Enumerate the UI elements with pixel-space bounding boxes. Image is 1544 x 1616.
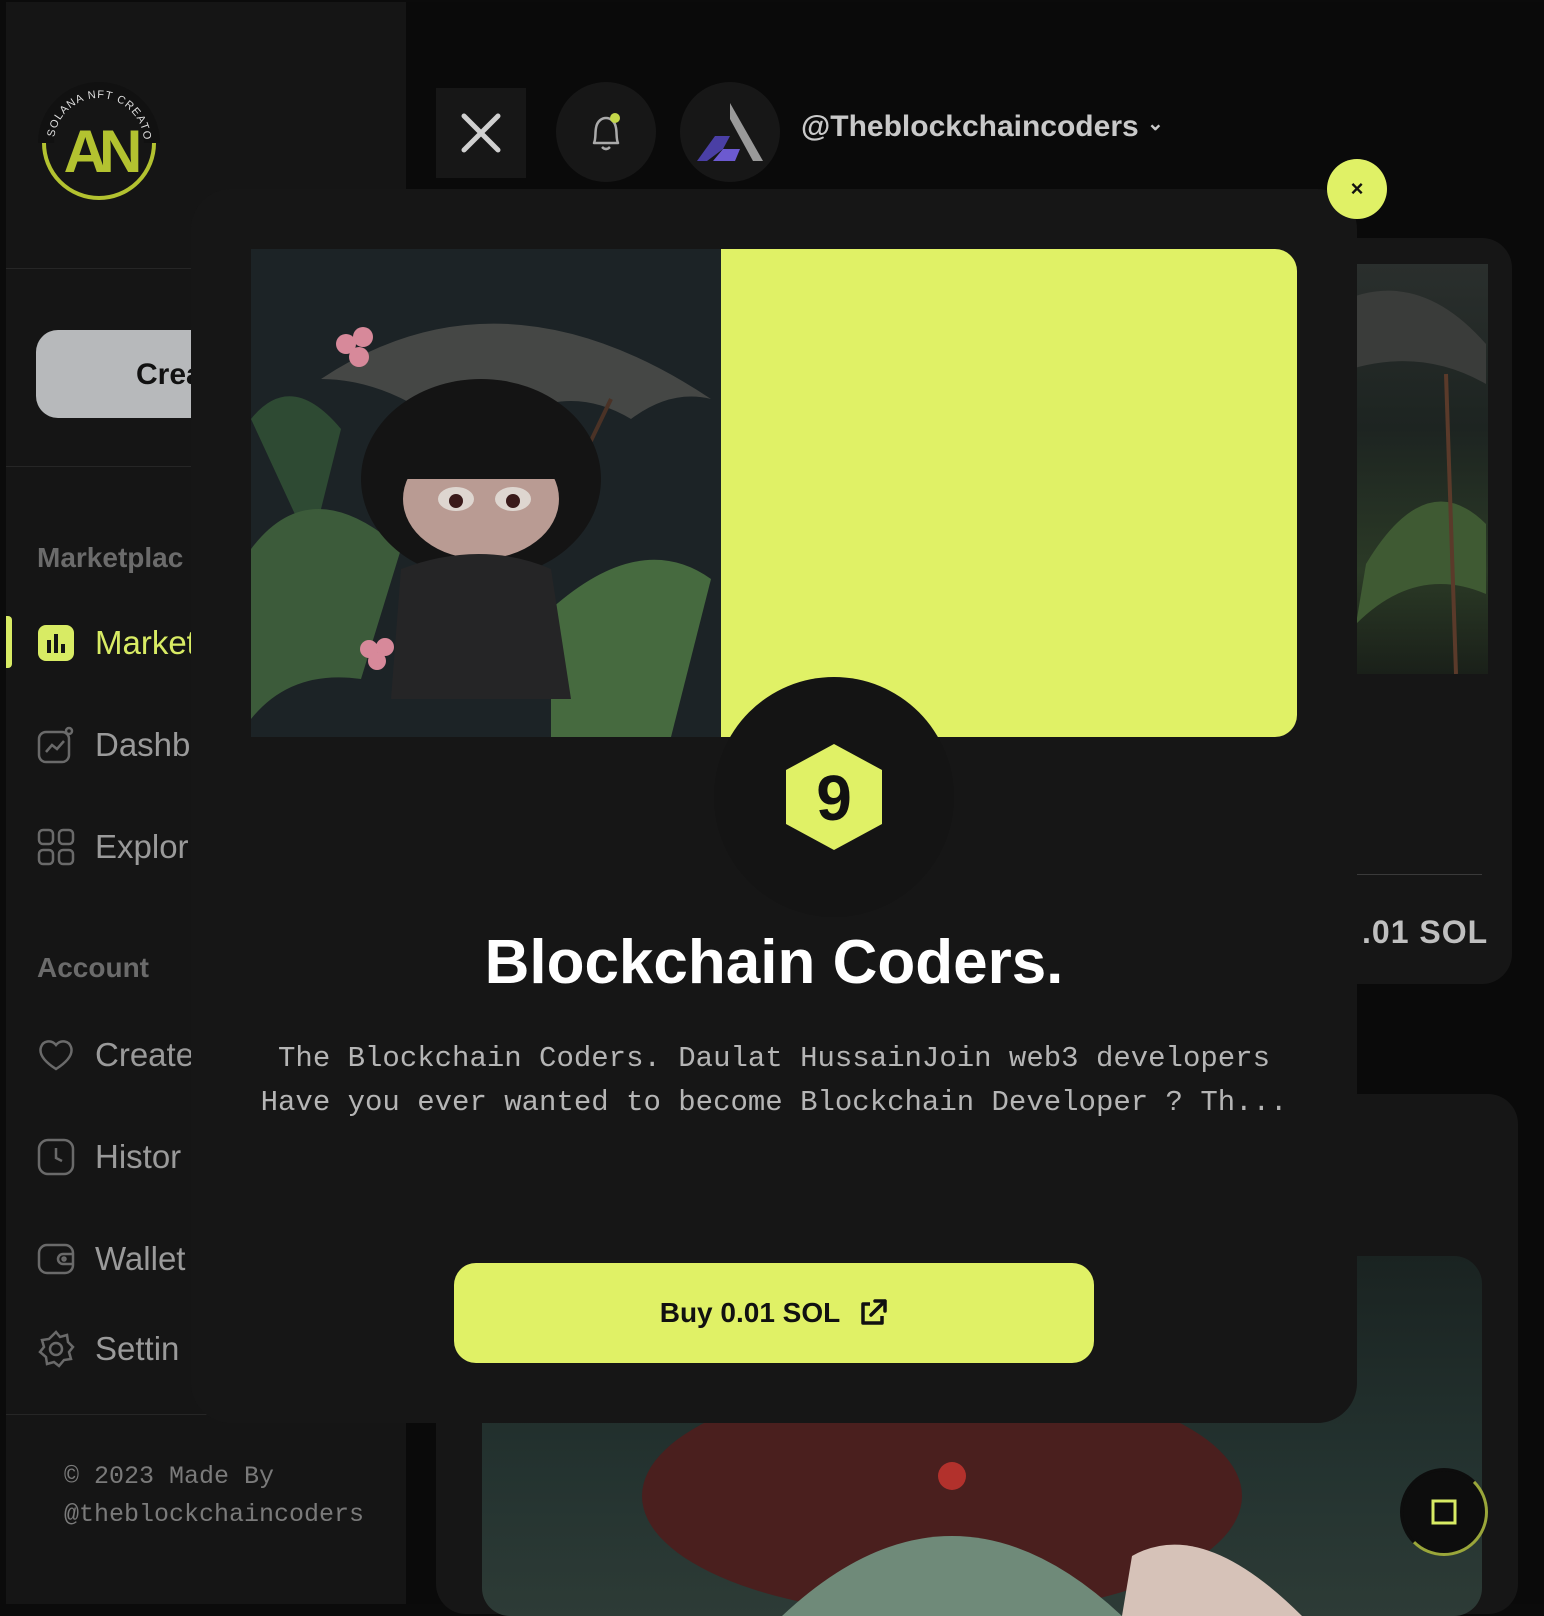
nft-image bbox=[251, 249, 721, 737]
modal-hero: 9 bbox=[251, 249, 1297, 917]
hexagon-badge-icon: 9 bbox=[786, 744, 882, 850]
close-icon: × bbox=[1350, 176, 1364, 201]
buy-button-label: Buy 0.01 SOL bbox=[659, 1297, 841, 1328]
external-link-icon bbox=[861, 1299, 887, 1325]
modal-title: Blockchain Coders. bbox=[484, 928, 1064, 997]
modal-description: The Blockchain Coders. Daulat HussainJoi… bbox=[260, 1042, 1288, 1119]
collection-badge: 9 bbox=[714, 677, 954, 917]
svg-text:9: 9 bbox=[816, 762, 852, 834]
nft-banner bbox=[721, 249, 1297, 737]
buy-button[interactable]: Buy 0.01 SOL bbox=[454, 1263, 1094, 1363]
nft-detail-modal: 9 Blockchain Coders. The Blockchain Code… bbox=[191, 189, 1357, 1423]
modal-close-button[interactable]: × bbox=[1327, 159, 1387, 219]
